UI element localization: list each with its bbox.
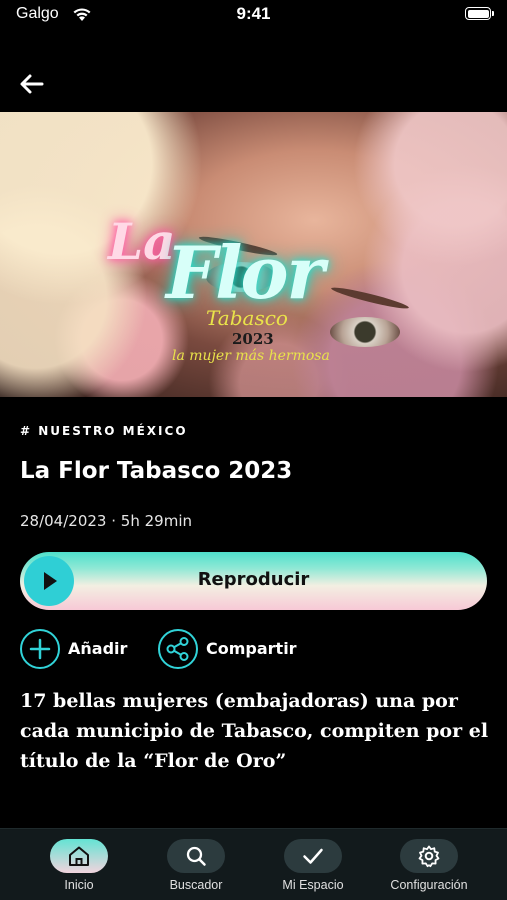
episode-artwork: La Flor Tabasco 2023 la mujer más hermos… xyxy=(0,112,507,397)
tab-pill xyxy=(167,839,225,873)
tab-inicio[interactable]: Inicio xyxy=(24,839,134,899)
page-title: La Flor Tabasco 2023 xyxy=(20,458,293,484)
logo-year-text: 2023 xyxy=(232,330,274,348)
meta-separator: · xyxy=(111,512,121,530)
home-icon xyxy=(69,846,89,866)
episode-meta: 28/04/2023 · 5h 29min xyxy=(20,512,192,530)
search-icon xyxy=(186,846,206,866)
add-button-label: Añadir xyxy=(68,639,128,658)
status-bar: Galgo 9:41 xyxy=(0,0,507,30)
tab-configuracion[interactable]: Configuración xyxy=(374,839,484,899)
arrow-left-icon xyxy=(20,74,44,94)
add-icon-circle xyxy=(20,629,60,669)
la-flor-logo: La Flor Tabasco 2023 la mujer más hermos… xyxy=(108,206,358,376)
share-button-label: Compartir xyxy=(206,639,297,658)
bottom-tab-bar: Inicio Buscador Mi Espacio Configuración xyxy=(0,828,507,900)
play-button-label: Reproducir xyxy=(197,569,310,590)
gear-icon xyxy=(418,845,440,868)
share-icon-circle xyxy=(158,629,198,669)
tab-buscador[interactable]: Buscador xyxy=(141,839,251,899)
tab-label: Inicio xyxy=(64,878,94,892)
play-button[interactable]: Reproducir xyxy=(20,552,487,610)
check-icon xyxy=(303,848,323,864)
tab-label: Buscador xyxy=(169,878,223,892)
tab-pill xyxy=(400,839,458,873)
logo-tagline-text: la mujer más hermosa xyxy=(172,348,330,364)
episode-description: 17 bellas mujeres (embajadoras) una por … xyxy=(20,690,489,772)
share-icon xyxy=(166,637,189,661)
episode-duration: 5h 29min xyxy=(120,512,192,530)
back-button[interactable] xyxy=(18,70,46,98)
tab-pill xyxy=(284,839,342,873)
battery-icon xyxy=(465,7,494,20)
tab-pill xyxy=(50,839,108,873)
episode-date: 28/04/2023 xyxy=(20,512,107,530)
category-tag[interactable]: # NUESTRO MÉXICO xyxy=(20,424,188,438)
tab-mi-espacio[interactable]: Mi Espacio xyxy=(258,839,368,899)
share-button[interactable]: Compartir xyxy=(158,629,308,669)
tab-label: Mi Espacio xyxy=(282,878,344,892)
plus-icon xyxy=(29,638,51,660)
status-time: 9:41 xyxy=(236,4,271,23)
logo-flor-text: Flor xyxy=(166,230,324,315)
tab-label: Configuración xyxy=(390,878,468,892)
logo-tabasco-text: Tabasco xyxy=(206,306,288,330)
add-button[interactable]: Añadir xyxy=(20,629,140,669)
